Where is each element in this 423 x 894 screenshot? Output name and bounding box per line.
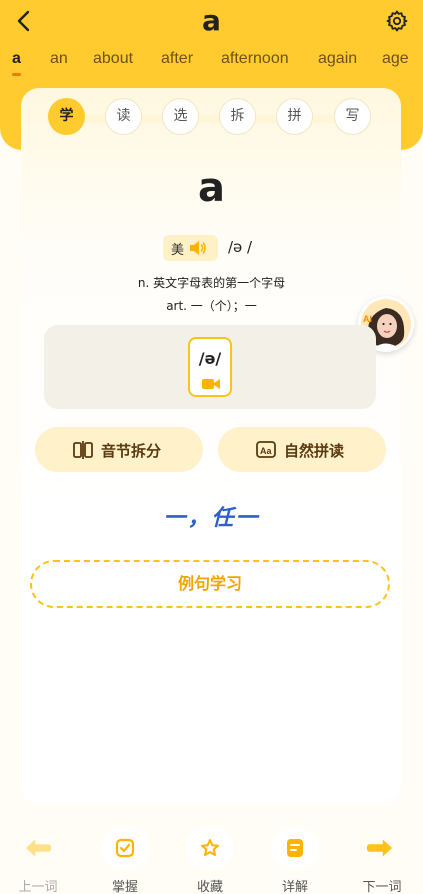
- settings-button[interactable]: [385, 9, 409, 33]
- check-badge-icon: [115, 838, 135, 858]
- word-tab-a[interactable]: a: [12, 50, 21, 76]
- us-pronunciation-button[interactable]: 美: [163, 235, 218, 261]
- speaker-icon: [190, 241, 206, 255]
- master-label: 掌握: [111, 880, 138, 894]
- bottom-navigation: 上一词 掌握 收藏 详解 下一词: [0, 810, 423, 894]
- syllable-split-button[interactable]: 音节拆分: [35, 427, 203, 472]
- accent-label: 美: [171, 243, 185, 258]
- document-icon: [287, 839, 303, 857]
- svg-text:AI: AI: [363, 314, 372, 324]
- phonics-label: 自然拼读: [284, 442, 345, 460]
- prev-word-button[interactable]: 上一词: [8, 820, 68, 894]
- next-word-label: 下一词: [362, 880, 402, 894]
- arrow-right-icon: [366, 839, 393, 857]
- word-tab-afternoon[interactable]: afternoon: [221, 50, 289, 68]
- phonics-icon: Aa: [256, 441, 276, 458]
- phoneme-symbol: /ə/: [198, 349, 222, 368]
- top-bar: a: [0, 0, 423, 42]
- definition-noun: n. 英文字母表的第一个字母: [137, 276, 286, 290]
- svg-text:Aa: Aa: [260, 446, 272, 456]
- mode-tab-write[interactable]: 写: [334, 98, 371, 135]
- word-tab-strip: a an about after afternoon again age: [0, 46, 423, 76]
- word-tab-an[interactable]: an: [50, 50, 68, 68]
- prev-word-label: 上一词: [18, 880, 58, 894]
- favorite-button[interactable]: 收藏: [180, 820, 240, 894]
- syllable-split-label: 音节拆分: [101, 442, 162, 460]
- word-tab-about[interactable]: about: [93, 50, 133, 68]
- star-icon: [201, 839, 219, 856]
- word-display: a: [198, 165, 225, 211]
- handwritten-meaning: 一，任一: [163, 505, 260, 531]
- favorite-label: 收藏: [196, 880, 223, 894]
- page-title: a: [202, 4, 221, 37]
- master-button[interactable]: 掌握: [95, 820, 155, 894]
- mode-tab-split[interactable]: 拆: [219, 98, 256, 135]
- word-tab-after[interactable]: after: [161, 50, 193, 68]
- phonics-button[interactable]: Aa 自然拼读: [218, 427, 386, 472]
- phonetic-text: /ə /: [228, 238, 253, 256]
- phoneme-card[interactable]: /ə/: [188, 337, 232, 397]
- word-tab-age[interactable]: age: [382, 50, 409, 68]
- detail-label: 详解: [281, 880, 308, 894]
- video-camera-icon: [202, 379, 220, 389]
- detail-button[interactable]: 详解: [265, 820, 325, 894]
- arrow-left-icon: [25, 839, 52, 857]
- example-sentence-button[interactable]: 例句学习: [30, 560, 390, 608]
- mode-tab-read[interactable]: 读: [105, 98, 142, 135]
- next-word-button[interactable]: 下一词: [352, 820, 412, 894]
- word-tab-again[interactable]: again: [318, 50, 357, 68]
- mode-tab-learn[interactable]: 学: [48, 98, 85, 135]
- gear-icon: [386, 10, 408, 32]
- mode-tab-choose[interactable]: 选: [162, 98, 199, 135]
- mode-tab-spell[interactable]: 拼: [276, 98, 313, 135]
- syllable-split-icon: [73, 441, 93, 459]
